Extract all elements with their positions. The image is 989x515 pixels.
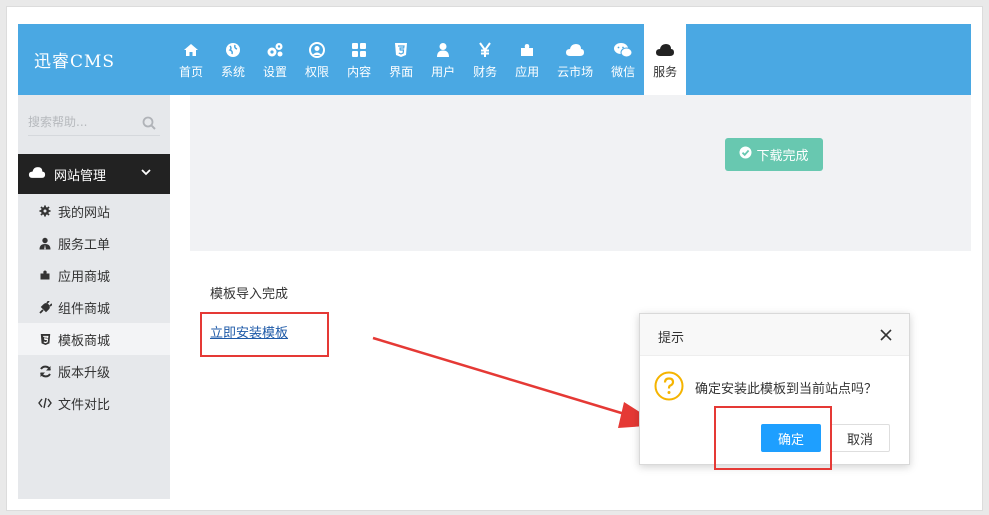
annotation-box-confirm (714, 406, 832, 470)
question-icon (654, 371, 684, 405)
close-icon[interactable] (879, 327, 893, 346)
dialog-title: 提示 (658, 331, 685, 346)
dialog-message: 确定安装此模板到当前站点吗？ (695, 382, 878, 397)
dialog-header: 提示 (640, 314, 909, 356)
cancel-button[interactable]: 取消 (830, 424, 890, 452)
